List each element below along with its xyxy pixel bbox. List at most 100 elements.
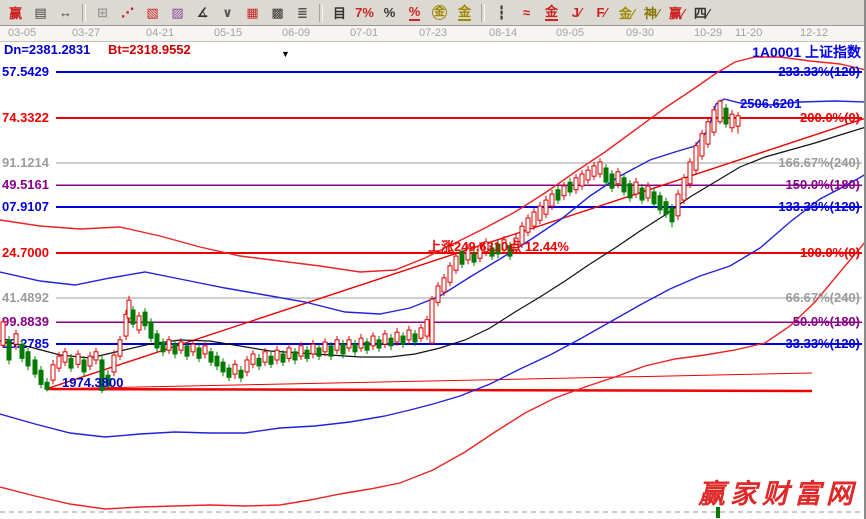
candle-up bbox=[347, 340, 351, 348]
candle-up bbox=[179, 342, 183, 350]
candle-down bbox=[389, 338, 393, 346]
candle-up bbox=[287, 348, 291, 358]
charting-app-window: 赢▤↔⊞⋰▧▨∡∨▦▩≣目7%%%金金┇≈金J∕F∕金∕神∕赢∕四∕ 03-05… bbox=[0, 0, 866, 519]
candle-down bbox=[257, 358, 261, 366]
upper-red-band bbox=[0, 57, 866, 272]
candle-up bbox=[167, 340, 171, 350]
candle-down bbox=[106, 375, 110, 386]
candle-down bbox=[100, 360, 104, 390]
gann-fan-line bbox=[46, 373, 812, 389]
candle-down bbox=[508, 246, 512, 256]
candle-up bbox=[425, 320, 429, 336]
candle-down bbox=[155, 334, 159, 348]
candle-down bbox=[20, 344, 24, 358]
candle-up bbox=[335, 340, 339, 350]
candle-down bbox=[490, 248, 494, 256]
candle-up bbox=[112, 355, 116, 372]
candle-down bbox=[317, 348, 321, 356]
candle-down bbox=[628, 184, 632, 198]
candle-down bbox=[39, 370, 43, 384]
candle-down bbox=[26, 352, 30, 366]
candle-down bbox=[149, 322, 153, 338]
candle-down bbox=[460, 252, 464, 265]
candle-up bbox=[299, 346, 303, 356]
candle-up bbox=[383, 334, 387, 344]
candle-down bbox=[610, 174, 614, 188]
candle-up bbox=[634, 182, 638, 194]
candle-up bbox=[407, 330, 411, 340]
candle-down bbox=[239, 370, 243, 378]
candle-down bbox=[173, 344, 177, 354]
candle-up bbox=[127, 300, 131, 318]
candle-up bbox=[598, 162, 602, 174]
candle-up bbox=[76, 354, 80, 364]
candle-down bbox=[353, 344, 357, 352]
candle-up bbox=[94, 352, 98, 360]
candle-up bbox=[562, 186, 566, 196]
candle-up bbox=[616, 172, 620, 184]
candle-down bbox=[658, 196, 662, 210]
candle-down bbox=[377, 340, 381, 348]
candle-up bbox=[478, 246, 482, 259]
candle-down bbox=[365, 342, 369, 350]
candle-down bbox=[664, 202, 668, 215]
candle-down bbox=[640, 188, 644, 200]
candle-down bbox=[670, 208, 674, 222]
candle-up bbox=[137, 316, 141, 330]
candle-up bbox=[700, 134, 704, 156]
candle-up bbox=[580, 174, 584, 186]
candle-down bbox=[329, 346, 333, 356]
candle-up bbox=[676, 194, 680, 216]
candle-up bbox=[682, 178, 686, 200]
candle-up bbox=[454, 256, 458, 270]
candle-up bbox=[233, 364, 237, 374]
candle-down bbox=[622, 178, 626, 192]
candle-down bbox=[185, 346, 189, 356]
candle-up bbox=[191, 344, 195, 352]
candle-up bbox=[395, 332, 399, 342]
candle-down bbox=[293, 352, 297, 360]
candle-up bbox=[448, 266, 452, 282]
candlestick-chart-canvas[interactable] bbox=[0, 0, 866, 519]
candle-down bbox=[281, 354, 285, 362]
candle-up bbox=[520, 226, 524, 244]
candle-up bbox=[502, 240, 506, 250]
candle-down bbox=[401, 336, 405, 344]
candle-up bbox=[63, 352, 67, 362]
candle-down bbox=[496, 244, 500, 254]
candle-down bbox=[215, 356, 219, 366]
candle-up bbox=[712, 110, 716, 132]
candle-up bbox=[532, 212, 536, 226]
candle-up bbox=[436, 286, 440, 302]
candle-up bbox=[275, 350, 279, 360]
candle-down bbox=[556, 190, 560, 200]
candle-down bbox=[227, 368, 231, 377]
candle-up bbox=[526, 218, 530, 232]
candle-up bbox=[538, 206, 542, 220]
candle-up bbox=[718, 101, 722, 122]
candle-down bbox=[269, 356, 273, 364]
candle-up bbox=[466, 248, 470, 260]
candle-up bbox=[586, 170, 590, 180]
candle-down bbox=[69, 358, 73, 368]
candle-up bbox=[574, 178, 578, 190]
candle-up bbox=[1, 322, 5, 345]
candle-up bbox=[203, 346, 207, 354]
candle-down bbox=[209, 352, 213, 362]
candle-up bbox=[514, 238, 518, 250]
candle-up bbox=[694, 146, 698, 170]
candle-down bbox=[568, 182, 572, 192]
candle-up bbox=[359, 338, 363, 348]
candle-down bbox=[341, 344, 345, 354]
candle-up bbox=[245, 360, 249, 372]
candle-up bbox=[550, 194, 554, 206]
candle-up bbox=[484, 242, 488, 252]
green-tick-mark bbox=[716, 507, 720, 518]
candle-down bbox=[604, 168, 608, 182]
candle-up bbox=[57, 356, 61, 368]
candle-up bbox=[88, 356, 92, 366]
candle-up bbox=[311, 344, 315, 354]
candle-up bbox=[688, 162, 692, 184]
candle-up bbox=[646, 186, 650, 198]
candle-down bbox=[472, 254, 476, 262]
